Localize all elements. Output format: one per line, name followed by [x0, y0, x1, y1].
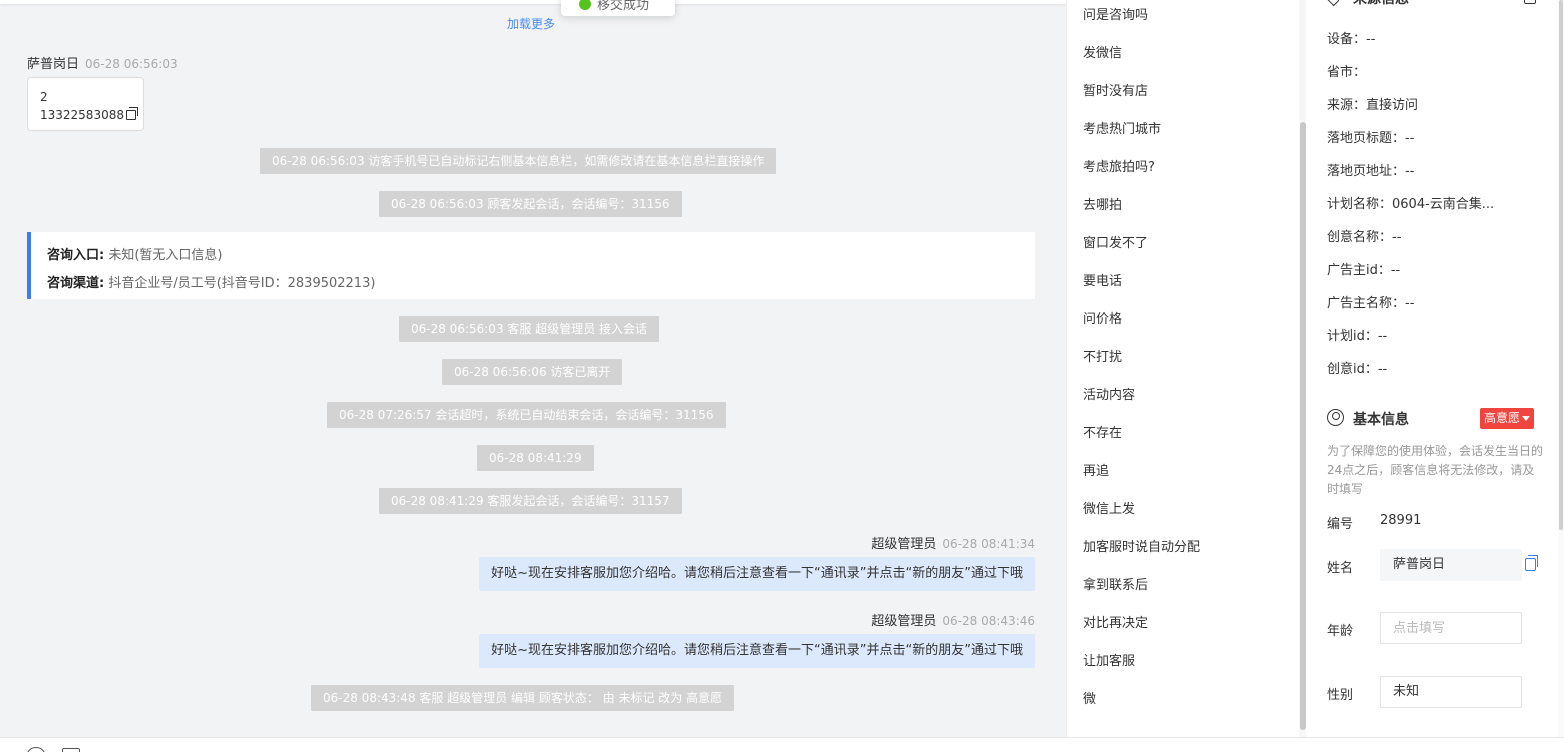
message-time: 06-28 08:43:46	[942, 614, 1035, 628]
channel-label: 咨询渠道:	[47, 276, 105, 291]
edit-notice: 为了保障您的使用体验，会话发生当日的24点之后，顾客信息将无法修改，请及时填写	[1327, 444, 1544, 496]
card-line-1: 2	[40, 90, 48, 104]
system-message: 06-28 06:56:03 访客手机号已自动标记右侧基本信息栏，如需修改请在基…	[260, 148, 777, 174]
edit-icon[interactable]	[1524, 0, 1536, 4]
agent-sender-line: 超级管理员 06-28 08:41:34	[871, 533, 1035, 552]
source-row-source: 来源：直接访问	[1327, 98, 1419, 113]
quick-reply-item[interactable]: 对比再决定	[1083, 612, 1148, 631]
basic-info-title: 基本信息	[1353, 412, 1409, 428]
user-icon	[1327, 409, 1344, 426]
system-message: 06-28 06:56:06 访客已离开	[442, 359, 623, 385]
quick-reply-item[interactable]: 再追	[1083, 460, 1109, 479]
copy-icon[interactable]	[1525, 555, 1538, 571]
system-message: 06-28 08:41:29	[477, 445, 594, 471]
chat-top-bar	[0, 0, 1066, 4]
message-time: 06-28 08:41:34	[942, 537, 1035, 551]
quick-reply-item[interactable]: 考虑旅拍吗?	[1083, 156, 1155, 175]
quick-reply-item[interactable]: 微信上发	[1083, 498, 1135, 517]
customer-info-panel: 来源信息 设备：-- 省市： 来源：直接访问 落地页标题：-- 落地页地址：--…	[1306, 0, 1564, 737]
emoji-icon[interactable]	[26, 747, 46, 752]
intent-status-dropdown[interactable]: 高意愿	[1480, 408, 1535, 429]
success-icon	[579, 0, 591, 10]
copy-icon[interactable]	[125, 107, 138, 120]
age-label: 年龄	[1327, 624, 1354, 639]
name-label: 姓名	[1327, 561, 1354, 576]
quick-reply-item[interactable]: 不存在	[1083, 422, 1122, 441]
toast-text: 移交成功	[597, 0, 650, 13]
image-icon[interactable]	[62, 748, 80, 752]
source-row-landing-url: 落地页地址：--	[1327, 164, 1415, 179]
location-pin-icon	[1323, 0, 1343, 7]
system-message: 06-28 06:56:03 客服 超级管理员 接入会话	[399, 316, 660, 342]
source-info-title: 来源信息	[1353, 0, 1409, 8]
system-message: 06-28 08:41:29 客服发起会话，会话编号：31157	[379, 488, 682, 514]
source-row-plan-name: 计划名称：0604-云南合集...	[1327, 197, 1495, 212]
gender-select[interactable]: 未知	[1380, 676, 1522, 708]
source-row-creative-name: 创意名称：--	[1327, 230, 1402, 245]
system-message: 06-28 08:43:48 客服 超级管理员 编辑 顾客状态： 由 未标记 改…	[311, 685, 735, 711]
agent-message-bubble: 好哒~现在安排客服加您介绍哈。请您稍后注意查看一下“通讯录”并点击“新的朋友”通…	[479, 557, 1035, 591]
system-message: 06-28 06:56:03 顾客发起会话，会话编号：31156	[379, 191, 682, 217]
source-row-device: 设备：--	[1327, 32, 1376, 47]
intent-badge-label: 高意愿	[1484, 411, 1521, 425]
quick-reply-item[interactable]: 问是咨询吗	[1083, 4, 1148, 23]
quick-reply-item[interactable]: 让加客服	[1083, 650, 1135, 669]
entry-value: 未知(暂无入口信息)	[108, 248, 223, 263]
quick-reply-item[interactable]: 要电话	[1083, 270, 1122, 289]
quick-reply-list: 问是咨询吗 发微信 暂时没有店 考虑热门城市 考虑旅拍吗? 去哪拍 窗口发不了 …	[1066, 0, 1306, 737]
chat-pane: 加载更多 萨普岗日 06-28 06:56:03 2 13322583088 06…	[0, 0, 1066, 737]
id-label: 编号	[1327, 517, 1354, 532]
quick-reply-item[interactable]: 暂时没有店	[1083, 80, 1148, 99]
agent-sender-line: 超级管理员 06-28 08:43:46	[871, 610, 1035, 629]
quick-reply-item[interactable]: 去哪拍	[1083, 194, 1122, 213]
quick-reply-item[interactable]: 加客服时说自动分配	[1083, 536, 1200, 555]
message-time: 06-28 06:56:03	[85, 57, 178, 71]
message-input-toolbar	[0, 737, 1564, 752]
system-message: 06-28 07:26:57 会话超时，系统已自动结束会话，会话编号：31156	[327, 402, 726, 428]
source-row-advertiser-id: 广告主id：--	[1327, 263, 1401, 278]
quick-reply-item[interactable]: 不打扰	[1083, 346, 1122, 365]
visitor-name: 萨普岗日	[27, 57, 80, 72]
consult-entry-card: 咨询入口: 未知(暂无入口信息) 咨询渠道: 抖音企业号/员工号(抖音号ID：2…	[27, 232, 1035, 299]
id-value: 28991	[1380, 513, 1422, 528]
agent-name: 超级管理员	[871, 537, 937, 552]
source-row-landing-title: 落地页标题：--	[1327, 131, 1415, 146]
age-input[interactable]	[1380, 612, 1522, 644]
quick-reply-item[interactable]: 发微信	[1083, 42, 1122, 61]
agent-message-bubble: 好哒~现在安排客服加您介绍哈。请您稍后注意查看一下“通讯录”并点击“新的朋友”通…	[479, 634, 1035, 668]
agent-name: 超级管理员	[871, 614, 937, 629]
quick-reply-item[interactable]: 拿到联系后	[1083, 574, 1148, 593]
quick-reply-item[interactable]: 考虑热门城市	[1083, 118, 1161, 137]
caret-down-icon	[1522, 416, 1531, 421]
quick-reply-item[interactable]: 问价格	[1083, 308, 1122, 327]
quick-reply-item[interactable]: 活动内容	[1083, 384, 1135, 403]
source-row-creative-id: 创意id：--	[1327, 362, 1388, 377]
load-more-link[interactable]: 加载更多	[0, 15, 1062, 32]
quick-reply-item[interactable]: 窗口发不了	[1083, 232, 1148, 251]
source-row-plan-id: 计划id：--	[1327, 329, 1388, 344]
name-field[interactable]: 萨普岗日	[1380, 549, 1522, 581]
visitor-sender-line: 萨普岗日 06-28 06:56:03	[27, 53, 178, 72]
quick-reply-item[interactable]: 微	[1083, 688, 1096, 707]
source-row-region: 省市：	[1327, 65, 1367, 80]
gender-label: 性别	[1327, 688, 1354, 703]
phone-number: 13322583088	[40, 108, 124, 122]
channel-value: 抖音企业号/员工号(抖音号ID：2839502213)	[108, 276, 376, 291]
entry-label: 咨询入口:	[47, 248, 105, 263]
info-scrollbar-thumb[interactable]	[1559, 0, 1563, 530]
source-row-advertiser-name: 广告主名称：--	[1327, 296, 1415, 311]
success-toast: 移交成功	[561, 0, 675, 16]
phone-message-card: 2 13322583088	[27, 77, 144, 131]
